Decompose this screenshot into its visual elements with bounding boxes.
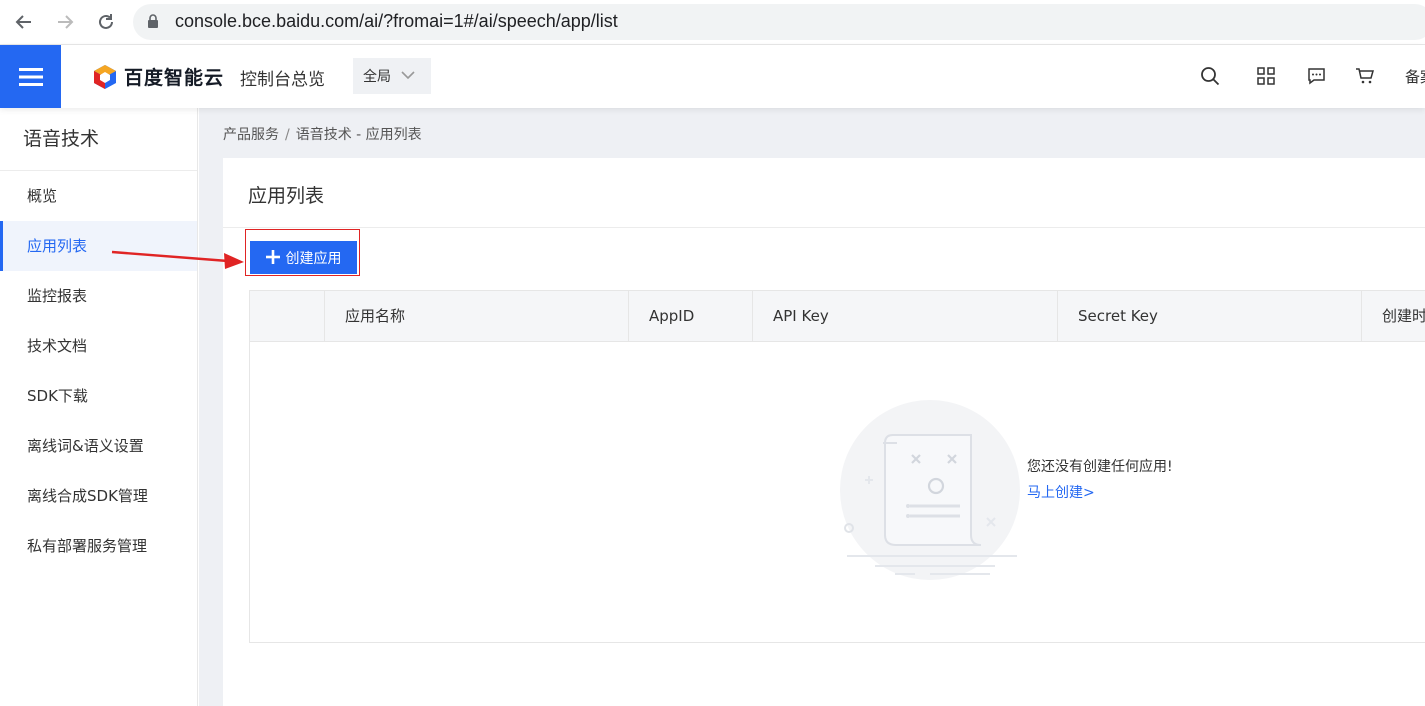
lock-icon xyxy=(147,14,159,33)
sidebar-item-monitor-report[interactable]: 监控报表 xyxy=(0,271,197,321)
checkbox-column-header xyxy=(250,291,325,342)
divider xyxy=(223,227,1425,228)
console-overview-link[interactable]: 控制台总览 xyxy=(240,65,325,90)
message-icon[interactable] xyxy=(1305,65,1327,87)
page-title: 应用列表 xyxy=(248,185,325,207)
column-header-appid: AppID xyxy=(628,291,752,342)
logo-text: 百度智能云 xyxy=(124,68,225,89)
breadcrumb-separator: / xyxy=(285,127,290,143)
plus-icon xyxy=(265,248,280,268)
sidebar-list: 概览 应用列表 监控报表 技术文档 SDK下载 离线词&语义设置 离线合成SDK… xyxy=(0,171,197,571)
sidebar-item-offline-words[interactable]: 离线词&语义设置 xyxy=(0,421,197,471)
breadcrumb-current: 语音技术 - 应用列表 xyxy=(295,127,422,143)
sidebar-item-sdk-download[interactable]: SDK下载 xyxy=(0,371,197,421)
breadcrumb: 产品服务 / 语音技术 - 应用列表 xyxy=(223,124,422,144)
breadcrumb-root[interactable]: 产品服务 xyxy=(223,127,279,143)
table-header: 应用名称 AppID API Key Secret Key 创建时间 xyxy=(250,291,1425,342)
search-icon[interactable] xyxy=(1199,65,1221,87)
sidebar-gutter xyxy=(199,108,223,706)
chevron-down-icon xyxy=(401,68,415,84)
logo-icon xyxy=(94,64,116,89)
url-text: console.bce.baidu.com/ai/?fromai=1#/ai/s… xyxy=(175,11,618,31)
filing-link[interactable]: 备案 xyxy=(1405,66,1425,87)
column-header-secret-key: Secret Key xyxy=(1057,291,1362,342)
region-select[interactable]: 全局 xyxy=(353,58,431,94)
sidebar-item-offline-tts-sdk[interactable]: 离线合成SDK管理 xyxy=(0,471,197,521)
sidebar: 语音技术 概览 应用列表 监控报表 技术文档 SDK下载 离线词&语义设置 离线… xyxy=(0,108,198,706)
sidebar-title: 语音技术 xyxy=(0,108,197,171)
column-header-app-name: 应用名称 xyxy=(324,291,629,342)
reload-icon[interactable] xyxy=(94,10,118,34)
main-panel: 应用列表 创建应用 应用名称 AppID API Key Secret Key … xyxy=(223,158,1425,706)
cart-icon[interactable] xyxy=(1354,65,1376,87)
column-header-created-time: 创建时间 xyxy=(1361,291,1425,342)
address-bar[interactable]: console.bce.baidu.com/ai/?fromai=1#/ai/s… xyxy=(133,4,1425,40)
empty-document-illustration xyxy=(840,400,1020,580)
create-app-label: 创建应用 xyxy=(285,250,342,267)
back-icon[interactable] xyxy=(12,10,36,34)
empty-state-message: 您还没有创建任何应用! xyxy=(1027,459,1173,475)
menu-icon[interactable] xyxy=(0,45,61,108)
app-header: 百度智能云 控制台总览 全局 备案 xyxy=(0,45,1425,108)
sidebar-item-overview[interactable]: 概览 xyxy=(0,171,197,221)
sidebar-item-private-deploy[interactable]: 私有部署服务管理 xyxy=(0,521,197,571)
create-now-link[interactable]: 马上创建> xyxy=(1027,482,1095,502)
column-header-api-key: API Key xyxy=(752,291,1057,342)
logo[interactable]: 百度智能云 xyxy=(92,63,224,90)
qrcode-icon[interactable] xyxy=(1255,65,1277,87)
create-app-button[interactable]: 创建应用 xyxy=(250,241,357,274)
region-value: 全局 xyxy=(363,69,391,85)
annotation-arrow xyxy=(111,250,244,269)
forward-icon[interactable] xyxy=(53,10,77,34)
browser-toolbar: console.bce.baidu.com/ai/?fromai=1#/ai/s… xyxy=(0,0,1425,45)
sidebar-item-tech-docs[interactable]: 技术文档 xyxy=(0,321,197,371)
